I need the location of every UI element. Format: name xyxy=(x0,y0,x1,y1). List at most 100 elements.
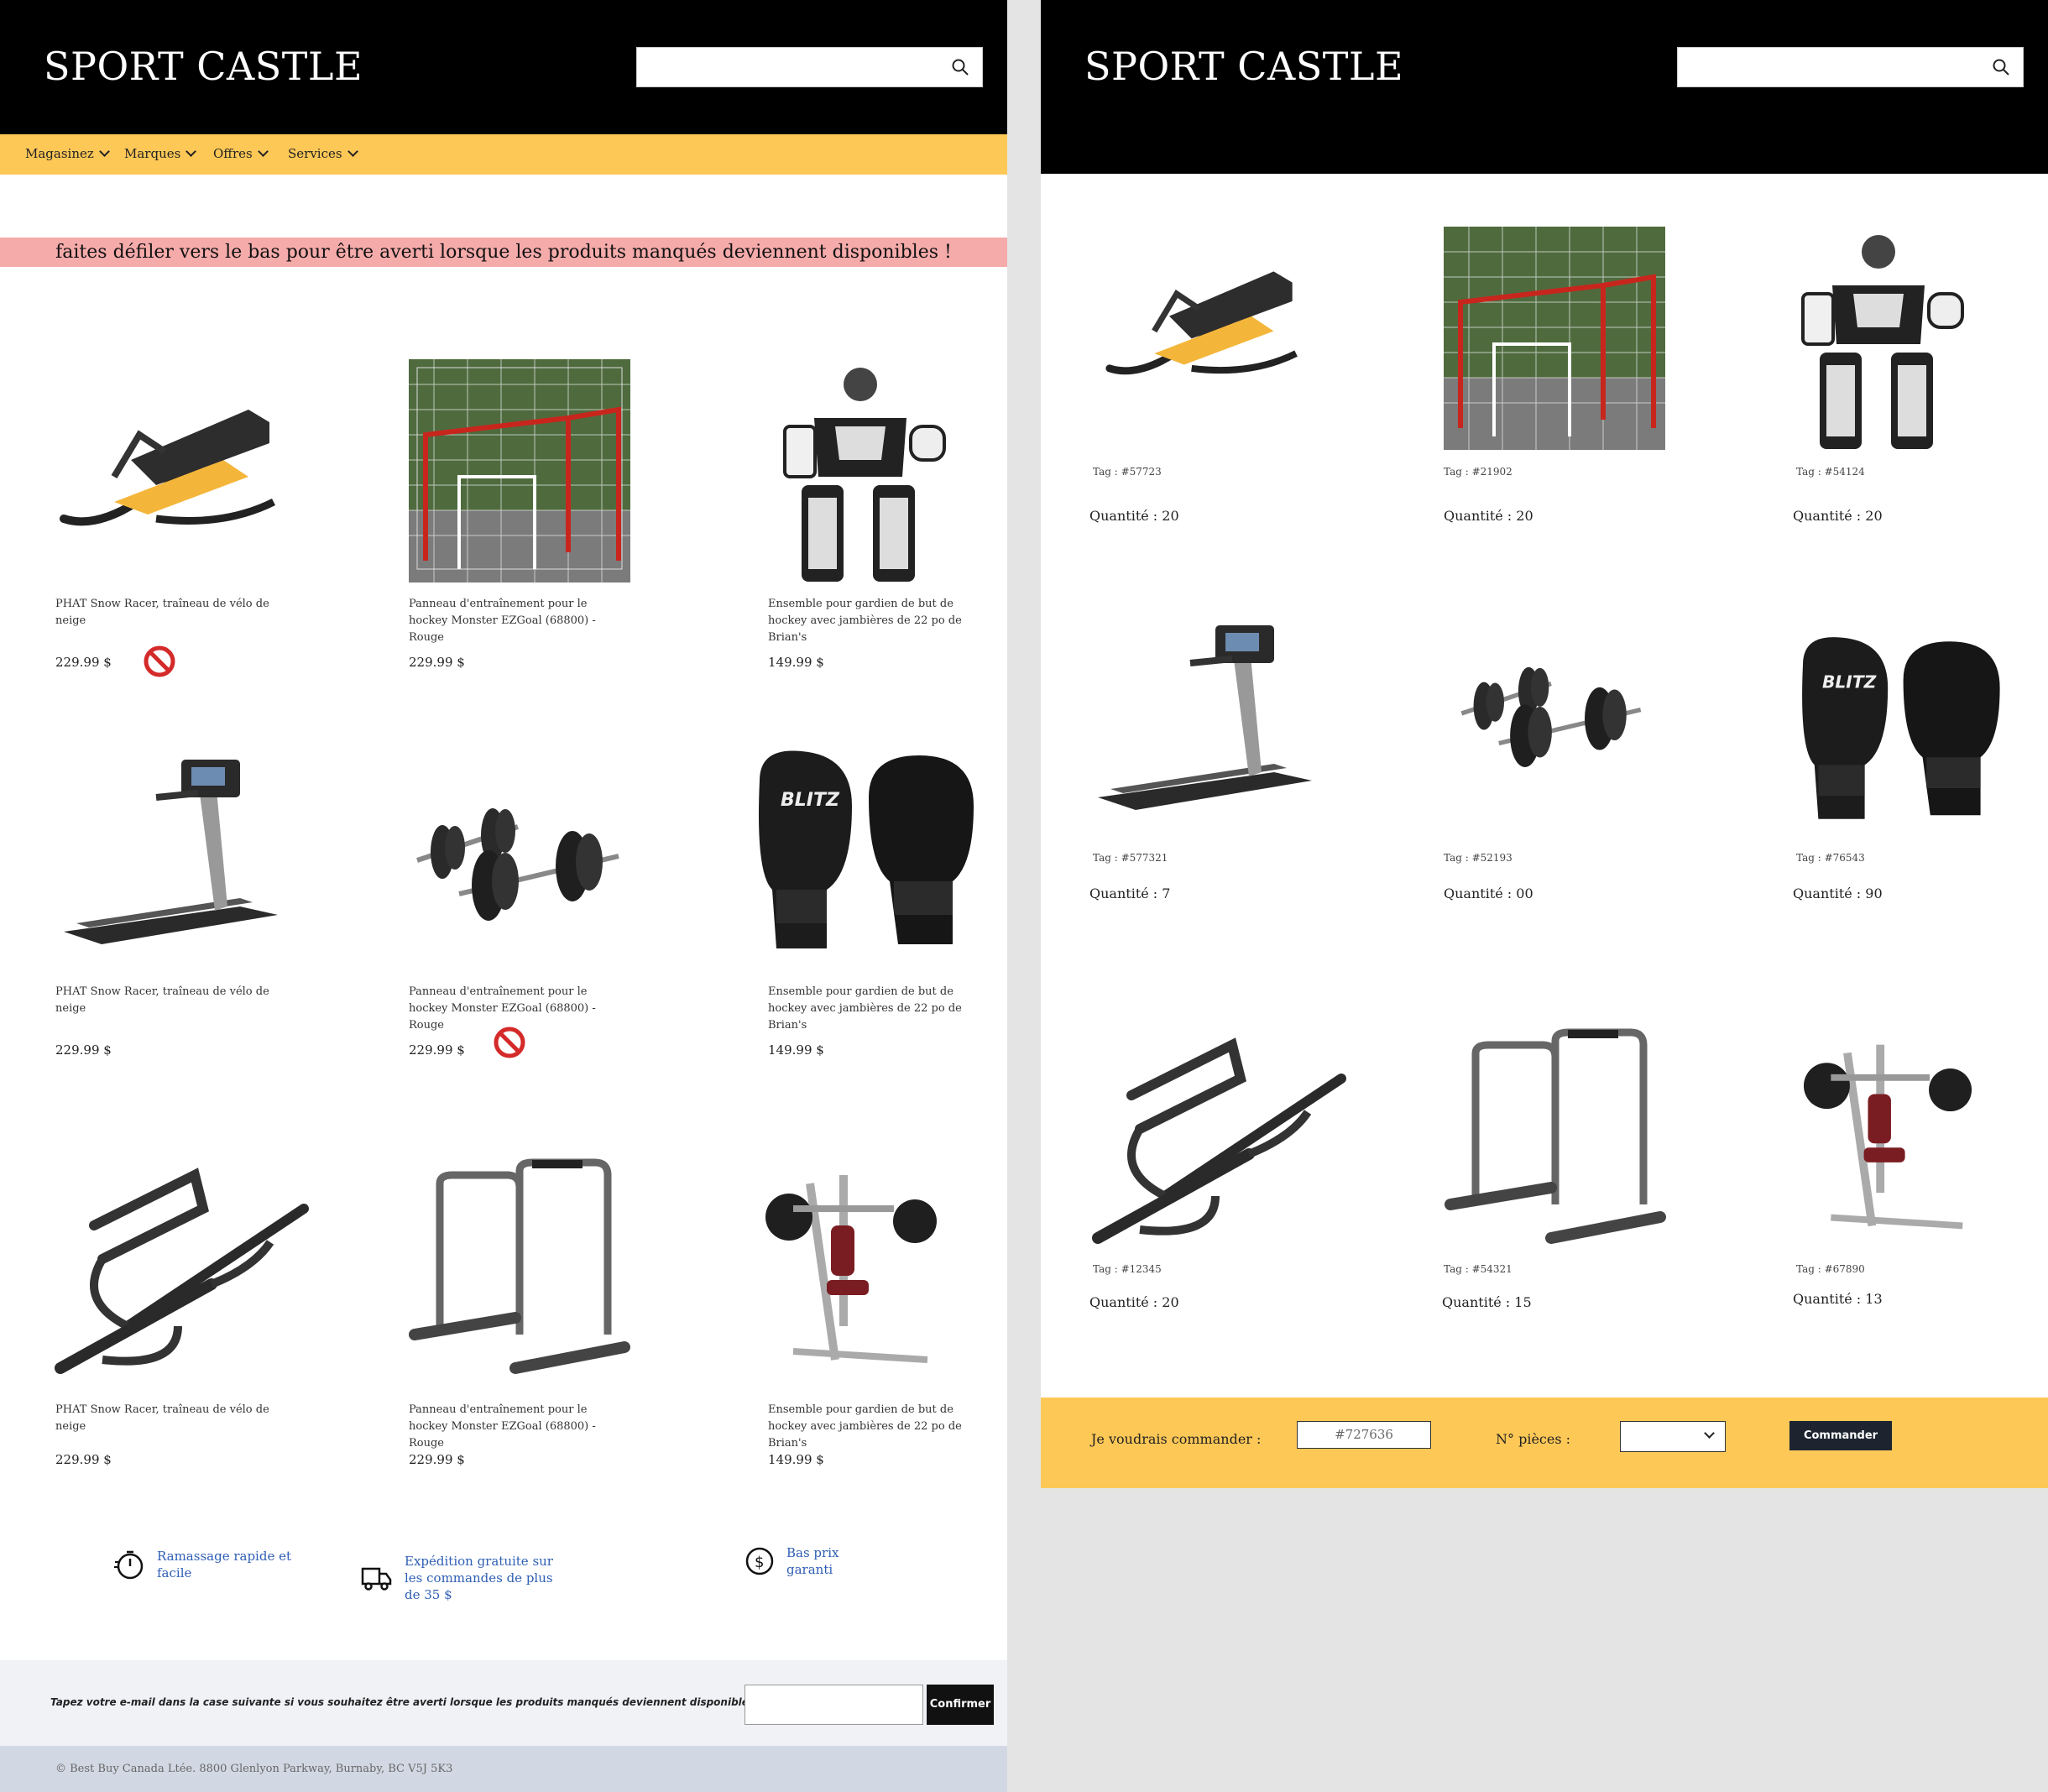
product-tag: Tag : #12345 xyxy=(1093,1263,1162,1275)
product-card[interactable]: Panneau d'entraînement pour le hockey Mo… xyxy=(409,359,644,695)
product-price: 149.99 $ xyxy=(768,655,824,670)
notice-banner: faites défiler vers le bas pour être ave… xyxy=(0,238,1007,267)
product-tag: Tag : #21902 xyxy=(1444,466,1512,478)
svg-text:BLITZ: BLITZ xyxy=(1822,671,1877,692)
product-price: 229.99 $ xyxy=(409,655,465,670)
inventory-card[interactable]: Tag : #577321 Quantité : 7 xyxy=(1089,613,1324,915)
hockey-goal-net-image[interactable] xyxy=(409,359,630,583)
site-logo[interactable]: SPORT CASTLE xyxy=(44,44,363,89)
site-logo[interactable]: SPORT CASTLE xyxy=(1084,44,1403,89)
inventory-card[interactable]: Tag : #21902 Quantité : 20 xyxy=(1444,227,1679,529)
boxing-gloves-image[interactable]: BLITZ xyxy=(1786,634,2013,827)
product-card[interactable]: BLITZ Ensemble pour gardien de but de ho… xyxy=(751,747,995,1083)
inventory-card[interactable]: Tag : #52193 Quantité : 00 xyxy=(1442,613,1677,915)
feature-text: Ramassage rapide et facile xyxy=(157,1549,291,1580)
product-quantity: Quantité : 90 xyxy=(1793,886,1883,901)
product-card[interactable]: PHAT Snow Racer, traîneau de vélo de nei… xyxy=(55,359,290,695)
boxing-gloves-image[interactable]: BLITZ xyxy=(751,747,978,957)
svg-text:$: $ xyxy=(755,1554,764,1571)
treadmill-image[interactable] xyxy=(1089,613,1316,839)
product-tag: Tag : #57723 xyxy=(1093,466,1162,478)
nav-item-services[interactable]: Services xyxy=(288,146,358,161)
product-price: 229.99 $ xyxy=(55,655,112,670)
order-button[interactable]: Commander xyxy=(1789,1421,1892,1450)
nav-item-marques[interactable]: Marques xyxy=(124,146,197,161)
inventory-card[interactable]: Tag : #54124 Quantité : 20 xyxy=(1786,227,2021,529)
product-tag: Tag : #52193 xyxy=(1444,852,1512,864)
product-title[interactable]: Ensemble pour gardien de but de hockey a… xyxy=(768,984,986,1034)
product-card[interactable]: PHAT Snow Racer, traîneau de vélo de nei… xyxy=(55,747,290,1083)
feature-shipping[interactable]: Expédition gratuite sur les commandes de… xyxy=(361,1553,564,1603)
product-title[interactable]: PHAT Snow Racer, traîneau de vélo de nei… xyxy=(55,596,274,630)
nav-item-magasinez[interactable]: Magasinez xyxy=(25,146,110,161)
product-quantity: Quantité : 20 xyxy=(1089,1294,1179,1310)
treadmill-image[interactable] xyxy=(55,747,282,974)
inventory-page: SPORT CASTLE Tag : #57723 Quantité : 20 xyxy=(1041,0,2048,1488)
inventory-card[interactable]: BLITZ Tag : #76543 Quantité : 90 xyxy=(1786,634,2021,919)
nav-label: Offres xyxy=(213,146,253,161)
hockey-goal-net-image[interactable] xyxy=(1444,227,1665,450)
snow-racer-sled-image[interactable] xyxy=(1089,227,1316,428)
product-title[interactable]: Ensemble pour gardien de but de hockey a… xyxy=(768,596,986,646)
svg-text:BLITZ: BLITZ xyxy=(781,790,840,811)
product-card[interactable]: Panneau d'entraînement pour le hockey Mo… xyxy=(406,1158,641,1494)
dumbbells-image[interactable] xyxy=(1442,613,1660,814)
product-quantity: Quantité : 00 xyxy=(1444,886,1533,901)
inventory-card[interactable]: Tag : #54321 Quantité : 15 xyxy=(1442,1028,1677,1330)
feature-pickup[interactable]: Ramassage rapide et facile xyxy=(113,1548,316,1581)
confirm-button[interactable]: Confirmer xyxy=(927,1685,994,1725)
email-field[interactable] xyxy=(744,1685,923,1725)
snow-racer-sled-image[interactable] xyxy=(55,359,282,586)
pull-up-bar-image[interactable] xyxy=(52,1158,321,1393)
product-card[interactable]: Ensemble pour gardien de but de hockey a… xyxy=(768,359,1003,695)
search-input[interactable] xyxy=(636,47,983,87)
product-price: 229.99 $ xyxy=(55,1042,112,1058)
feature-low-price[interactable]: $ Bas prix garanti xyxy=(744,1544,862,1578)
search-icon[interactable] xyxy=(950,57,970,77)
inventory-card[interactable]: Tag : #12345 Quantité : 20 xyxy=(1089,1028,1346,1330)
feature-text: Bas prix garanti xyxy=(786,1545,839,1577)
goalie-gear-set-image[interactable] xyxy=(1786,227,1971,453)
dip-station-image[interactable] xyxy=(406,1158,633,1377)
product-price: 149.99 $ xyxy=(768,1452,824,1467)
dumbbells-image[interactable] xyxy=(409,747,627,974)
product-title[interactable]: Ensemble pour gardien de but de hockey a… xyxy=(768,1402,986,1452)
product-quantity: Quantité : 13 xyxy=(1793,1291,1883,1307)
product-title[interactable]: PHAT Snow Racer, traîneau de vélo de nei… xyxy=(55,984,274,1017)
order-bar: Je voudrais commander : #727636 N° pièce… xyxy=(1041,1398,2048,1488)
product-title[interactable]: Panneau d'entraînement pour le hockey Mo… xyxy=(409,1402,627,1452)
nav-label: Marques xyxy=(124,146,181,161)
pieces-label: N° pièces : xyxy=(1496,1431,1571,1447)
product-price: 229.99 $ xyxy=(409,1452,465,1467)
feature-text: Expédition gratuite sur les commandes de… xyxy=(405,1554,553,1602)
goalie-gear-set-image[interactable] xyxy=(768,359,953,586)
product-card[interactable]: Ensemble pour gardien de but de hockey a… xyxy=(760,1158,1003,1494)
search-input[interactable] xyxy=(1677,47,2024,87)
chest-press-machine-image[interactable] xyxy=(760,1158,944,1377)
search-icon[interactable] xyxy=(1991,57,2011,77)
copyright-text: © Best Buy Canada Ltée. 8800 Glenlyon Pa… xyxy=(55,1763,453,1775)
inventory-card[interactable]: Tag : #57723 Quantité : 20 xyxy=(1089,227,1324,529)
nav-item-offres[interactable]: Offres xyxy=(213,146,269,161)
truck-icon xyxy=(361,1567,392,1591)
dip-station-image[interactable] xyxy=(1442,1028,1669,1246)
notify-bar: Tapez votre e-mail dans la case suivante… xyxy=(0,1660,1007,1746)
product-card[interactable]: Panneau d'entraînement pour le hockey Mo… xyxy=(409,747,644,1083)
pull-up-bar-image[interactable] xyxy=(1089,1028,1358,1263)
chest-press-machine-image[interactable] xyxy=(1796,1028,1981,1242)
product-title[interactable]: PHAT Snow Racer, traîneau de vélo de nei… xyxy=(55,1402,274,1435)
product-quantity: Quantité : 15 xyxy=(1442,1294,1532,1310)
product-quantity: Quantité : 20 xyxy=(1793,508,1883,524)
chevron-down-icon xyxy=(98,146,110,157)
product-price: 229.99 $ xyxy=(55,1452,112,1467)
product-price: 149.99 $ xyxy=(768,1042,824,1058)
product-card[interactable]: PHAT Snow Racer, traîneau de vélo de nei… xyxy=(52,1158,309,1494)
unavailable-icon xyxy=(144,645,175,677)
product-tag: Tag : #54124 xyxy=(1796,466,1865,478)
product-title[interactable]: Panneau d'entraînement pour le hockey Mo… xyxy=(409,596,627,646)
inventory-card[interactable]: Tag : #67890 Quantité : 13 xyxy=(1793,1028,2031,1330)
site-header: SPORT CASTLE xyxy=(0,0,1007,134)
order-tag-input[interactable]: #727636 xyxy=(1297,1421,1431,1449)
pieces-select[interactable] xyxy=(1620,1421,1726,1452)
product-quantity: Quantité : 20 xyxy=(1089,508,1179,524)
